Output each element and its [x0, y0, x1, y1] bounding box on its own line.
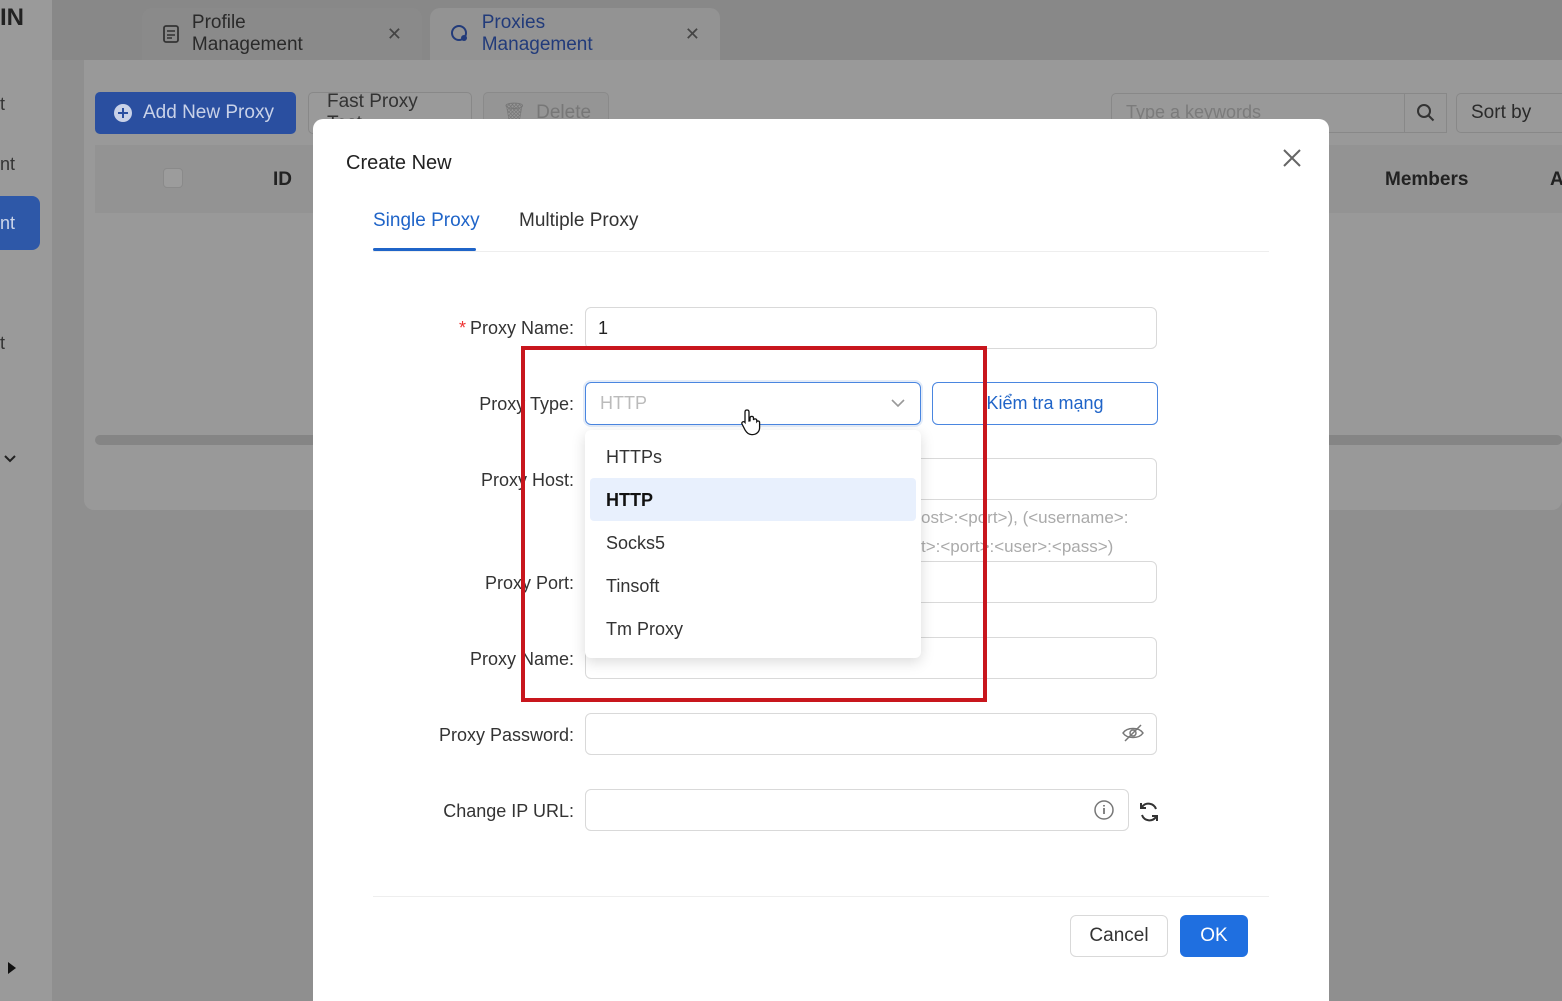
modal-title: Create New	[346, 152, 452, 174]
tab-divider	[373, 251, 1269, 252]
sidebar-item[interactable]: t	[0, 94, 5, 115]
highlight-box	[521, 346, 987, 702]
tab-single-proxy[interactable]: Single Proxy	[373, 210, 480, 232]
logo: IN	[0, 4, 24, 31]
sidebar-item[interactable]: nt	[0, 154, 15, 175]
tab-label: Profile Management	[191, 12, 303, 55]
tab-bar: Profile Management ✕ Proxies Management …	[52, 0, 1562, 60]
close-icon[interactable]: ✕	[387, 24, 402, 45]
tab-profile-management[interactable]: Profile Management ✕	[142, 8, 422, 60]
ok-button[interactable]: OK	[1180, 915, 1248, 957]
sidebar-item-active[interactable]: nt	[0, 196, 40, 250]
tab-multiple-proxy[interactable]: Multiple Proxy	[519, 210, 638, 232]
chevron-down-icon[interactable]	[2, 452, 18, 466]
sort-by-select[interactable]: Sort by	[1456, 93, 1562, 133]
proxy-name-input[interactable]: 1	[585, 307, 1157, 349]
close-icon[interactable]	[1279, 145, 1305, 171]
sidebar: IN t nt nt t	[0, 0, 52, 1001]
proxy-icon	[451, 25, 467, 41]
add-new-proxy-button[interactable]: Add New Proxy	[95, 92, 296, 134]
column-members[interactable]: Members	[1385, 169, 1468, 191]
select-all-checkbox[interactable]	[163, 168, 183, 188]
document-icon	[163, 25, 179, 43]
sidebar-item[interactable]: t	[0, 333, 5, 354]
refresh-icon[interactable]	[1137, 800, 1161, 824]
eye-off-icon[interactable]	[1121, 723, 1145, 743]
tab-proxies-management[interactable]: Proxies Management ✕	[430, 8, 720, 60]
cancel-button[interactable]: Cancel	[1070, 915, 1168, 957]
active-tab-indicator	[373, 248, 476, 251]
search-button[interactable]	[1405, 93, 1447, 133]
column-partial[interactable]: A	[1550, 169, 1562, 191]
change-ip-url-label: Change IP URL:	[443, 801, 574, 821]
info-icon[interactable]	[1093, 799, 1115, 821]
change-ip-url-input[interactable]	[585, 789, 1129, 831]
footer-divider	[373, 896, 1269, 897]
close-icon[interactable]: ✕	[685, 24, 700, 45]
hand-cursor-icon	[741, 409, 761, 436]
search-icon	[1416, 104, 1434, 122]
column-id[interactable]: ID	[273, 169, 292, 191]
caret-right-icon[interactable]	[6, 960, 18, 976]
proxy-password-input[interactable]	[585, 713, 1157, 755]
proxy-password-label: Proxy Password:	[438, 725, 574, 745]
label-text: Proxy Name:	[469, 318, 574, 338]
plus-circle-icon	[114, 104, 132, 122]
proxy-name-label: * Proxy Name:	[458, 318, 574, 338]
button-label: Add New Proxy	[143, 102, 274, 123]
tab-label: Proxies Management	[481, 12, 593, 55]
